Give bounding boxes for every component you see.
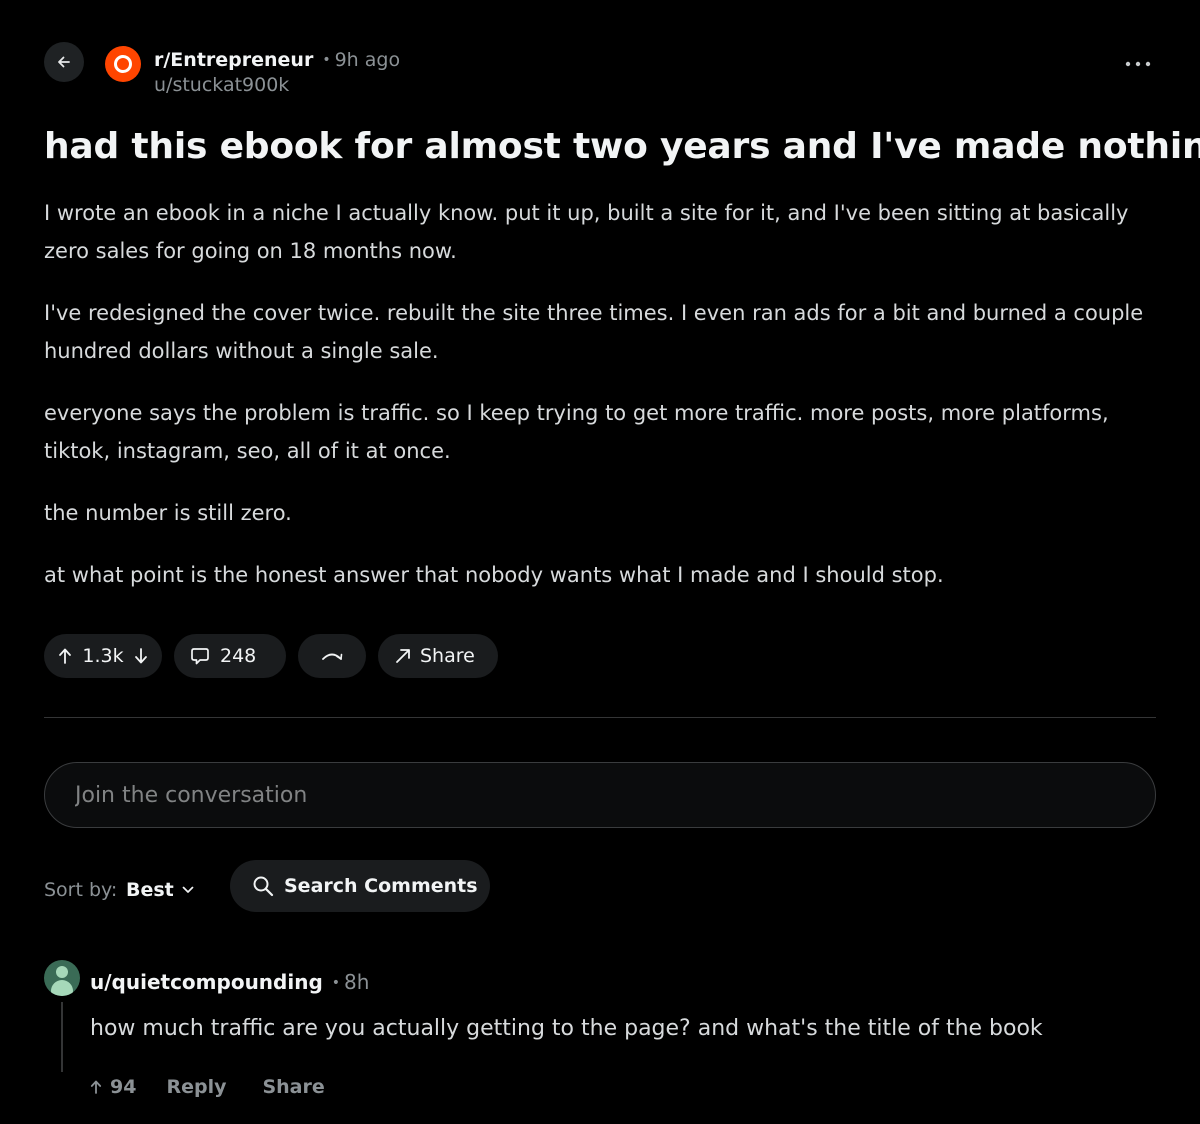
post-title: had this ebook for almost two years and … xyxy=(44,126,1200,167)
award-icon xyxy=(322,653,343,660)
downvote-icon[interactable] xyxy=(134,647,148,665)
subreddit-logo-icon xyxy=(114,55,132,73)
post-page: r/Entrepreneur • 9h ago u/stuckat900k had … xyxy=(0,0,1200,1124)
vote-control: 1.3k xyxy=(44,634,162,678)
upvote-icon[interactable] xyxy=(58,647,72,665)
comment-author[interactable]: u/quietcompounding xyxy=(90,970,323,994)
separator-dot: • xyxy=(322,52,331,68)
post-time: 9h ago xyxy=(334,49,401,71)
search-icon xyxy=(253,876,274,897)
more-options-button[interactable] xyxy=(1120,46,1156,82)
comment-vote-count: 94 xyxy=(110,1076,137,1098)
post-paragraph: I wrote an ebook in a niche I actually k… xyxy=(44,201,1129,263)
share-button[interactable]: Share xyxy=(378,634,498,678)
search-comments-button[interactable]: Search Comments xyxy=(230,860,490,912)
comment-text: how much traffic are you actually gettin… xyxy=(90,1016,1043,1041)
comment-time: 8h xyxy=(344,970,370,994)
sort-value: Best xyxy=(126,879,174,901)
post-body: I wrote an ebook in a niche I actually k… xyxy=(44,194,1159,618)
avatar-body xyxy=(51,980,73,996)
comment-count: 248 xyxy=(220,645,257,667)
post-paragraph: at what point is the honest answer that … xyxy=(44,563,944,587)
post-paragraph: the number is still zero. xyxy=(44,501,292,525)
award-button[interactable] xyxy=(298,634,366,678)
back-button[interactable] xyxy=(44,42,84,82)
chevron-down-icon xyxy=(182,886,194,893)
arrow-left-icon xyxy=(58,56,70,68)
post-meta: r/Entrepreneur • 9h ago xyxy=(154,47,400,75)
comments-button[interactable]: 248 xyxy=(174,634,286,678)
vote-count: 1.3k xyxy=(82,645,124,667)
comment-meta: u/quietcompounding • 8h xyxy=(90,968,369,999)
comment-actions: 94 Reply Share xyxy=(90,1073,325,1101)
avatar-head xyxy=(56,966,68,978)
subreddit-avatar[interactable] xyxy=(105,46,141,82)
section-divider xyxy=(44,717,1156,718)
share-label: Share xyxy=(420,645,475,667)
post-paragraph: I've redesigned the cover twice. rebuilt… xyxy=(44,301,1144,363)
search-comments-label: Search Comments xyxy=(284,875,478,897)
post-paragraph: everyone says the problem is traffic. so… xyxy=(44,401,1109,463)
sort-label: Sort by: xyxy=(44,879,118,901)
share-arrow-icon xyxy=(396,649,410,663)
thread-line[interactable] xyxy=(61,1002,63,1072)
upvote-icon[interactable] xyxy=(90,1079,102,1095)
avatar[interactable] xyxy=(44,960,80,996)
subreddit-link[interactable]: r/Entrepreneur xyxy=(154,49,313,71)
comment-bubble-icon xyxy=(191,648,209,665)
post-actions: 1.3k 248 Share xyxy=(44,634,498,678)
post-author[interactable]: u/stuckat900k xyxy=(154,72,289,98)
separator-dot: • xyxy=(331,975,341,991)
comment-input[interactable] xyxy=(44,762,1156,828)
reply-button[interactable]: Reply xyxy=(166,1073,226,1101)
comment-share-button[interactable]: Share xyxy=(262,1073,324,1101)
more-horizontal-icon xyxy=(1125,61,1151,67)
comment-vote: 94 xyxy=(90,1073,136,1101)
sort-dropdown[interactable]: Best xyxy=(126,876,194,904)
